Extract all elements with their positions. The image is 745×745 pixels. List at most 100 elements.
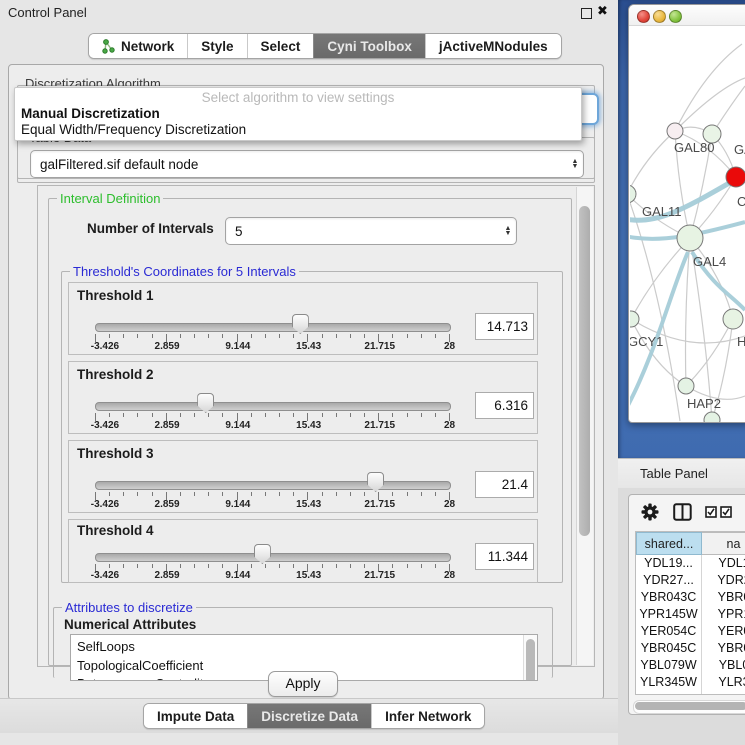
close-icon[interactable]: ✖ (597, 3, 608, 19)
table-cell: YLR3 (702, 674, 745, 691)
algorithm-dropdown-popup: Select algorithm to view settings Manual… (14, 87, 582, 141)
split-panel-icon[interactable] (673, 503, 692, 521)
network-node-c[interactable] (726, 167, 745, 187)
tab-cyni-toolbox[interactable]: Cyni Toolbox (313, 34, 425, 58)
table-horizontal-scrollbar[interactable] (633, 700, 745, 714)
dropdown-option-2[interactable]: Equal Width/Frequency Discretization (21, 122, 246, 137)
application-window: Control Panel ✖ Network Style Select Cyni T… (0, 0, 745, 745)
mac-minimize-button[interactable] (653, 10, 666, 23)
algorithm-dropdown-placeholder: Select algorithm to view settings (15, 90, 581, 105)
threshold-value-field[interactable]: 14.713 (475, 313, 534, 340)
network-edge (675, 78, 745, 131)
mac-zoom-button[interactable] (669, 10, 682, 23)
table-panel-body: shared...na YDL19...YDL1YDR27...YDR2YBR0… (618, 488, 745, 745)
mac-close-button[interactable] (637, 10, 650, 23)
node-table[interactable]: shared...na YDL19...YDL1YDR27...YDR2YBR0… (635, 531, 745, 695)
tab-label: Select (261, 39, 301, 54)
dropdown-option-1[interactable]: Manual Discretization (21, 106, 160, 121)
table-row[interactable]: YDR27...YDR2 (636, 572, 745, 589)
table-data-combobox[interactable]: galFiltered.sif default node ▲▼ (30, 150, 584, 178)
table-data-group: Table Data galFiltered.sif default node … (17, 137, 595, 183)
tab-label: Style (201, 39, 233, 54)
network-node-ga[interactable] (703, 125, 721, 143)
interval-definition-title: Interval Definition (57, 191, 163, 206)
attributes-group-title: Attributes to discretize (62, 600, 196, 615)
network-node-label: GCY1 (630, 334, 663, 349)
attributes-scrollbar-thumb[interactable] (526, 639, 535, 681)
attribute-list-item[interactable]: SelfLoops (71, 635, 537, 657)
cyni-toolbox-panel: Discretization Algorithm Select algorith… (8, 64, 604, 700)
thresholds-group-title: Threshold's Coordinates for 5 Intervals (70, 264, 299, 279)
tab-discretize-data[interactable]: Discretize Data (247, 704, 371, 728)
number-of-intervals-combobox[interactable]: 5 ▲▼ (225, 217, 517, 245)
column-header-2[interactable]: na (702, 532, 745, 555)
slider-scale-labels: -3.4262.8599.14415.4321.71528 (95, 341, 449, 353)
number-of-intervals-label: Number of Intervals (87, 221, 214, 236)
threshold-2-panel: Threshold 2-3.4262.8599.14415.4321.71528… (68, 361, 538, 434)
slider-scale-labels: -3.4262.8599.14415.4321.71528 (95, 420, 449, 432)
table-cell: YDR2 (702, 572, 745, 589)
tab-impute-data[interactable]: Impute Data (144, 704, 247, 728)
network-node-gal80[interactable] (667, 123, 683, 139)
table-row[interactable]: YER054CYER0 (636, 623, 745, 640)
table-header-row: shared...na (636, 532, 745, 555)
table-cell: YDL19... (636, 555, 702, 572)
table-hscrollbar-thumb[interactable] (635, 702, 745, 710)
slider-track[interactable] (95, 553, 451, 562)
checkbox-checked-icon[interactable] (705, 506, 733, 518)
slider-scale-labels: -3.4262.8599.14415.4321.71528 (95, 499, 449, 511)
control-panel-title: Control Panel (8, 5, 87, 20)
gear-icon[interactable] (641, 503, 659, 521)
table-cell: YER054C (636, 623, 702, 640)
control-panel-titlebar: Control Panel ✖ (0, 0, 618, 26)
threshold-3-panel: Threshold 3-3.4262.8599.14415.4321.71528… (68, 440, 538, 513)
table-cell: YBR043C (636, 589, 702, 606)
table-row[interactable]: YLR345WYLR3 (636, 674, 745, 691)
table-row[interactable]: YIL052CYIL0 (636, 691, 745, 695)
tab-network[interactable]: Network (89, 34, 187, 58)
tab-jactivemnodules[interactable]: jActiveMNodules (425, 34, 561, 58)
tab-label: jActiveMNodules (439, 39, 548, 54)
network-node-label: C (737, 194, 745, 209)
attributes-scrollbar[interactable] (523, 635, 537, 680)
network-edge (630, 131, 675, 194)
network-node-gal11[interactable] (630, 185, 636, 203)
bottom-tab-strip: Impute DataDiscretize DataInfer Network (0, 698, 618, 733)
table-cell: YIL0 (702, 691, 745, 695)
bottom-tabbar: Impute DataDiscretize DataInfer Network (143, 703, 485, 729)
float-window-icon[interactable] (581, 8, 592, 19)
network-node-gcy1[interactable] (630, 311, 639, 327)
network-node-gal4[interactable] (677, 225, 703, 251)
slider-track[interactable] (95, 402, 451, 411)
network-canvas[interactable]: GAL80GACGAL11GAL4GCY1HHAP2 (630, 26, 745, 422)
threshold-value-field[interactable]: 6.316 (475, 392, 534, 419)
network-node-h[interactable] (723, 309, 743, 329)
tab-infer-network[interactable]: Infer Network (371, 704, 484, 728)
table-cell: YLR345W (636, 674, 702, 691)
network-node-hap2[interactable] (678, 378, 694, 394)
column-header-1[interactable]: shared... (636, 532, 702, 555)
settings-scrollpanel: Interval Definition Number of Intervals … (37, 185, 595, 667)
table-row[interactable]: YBR043CYBR0 (636, 589, 745, 606)
apply-button[interactable]: Apply (268, 671, 338, 697)
threshold-value-field[interactable]: 21.4 (475, 471, 534, 498)
tab-select[interactable]: Select (247, 34, 314, 58)
table-panel-title: Table Panel (640, 466, 708, 481)
number-of-intervals-value: 5 (226, 224, 500, 239)
table-row[interactable]: YDL19...YDL1 (636, 555, 745, 572)
network-node[interactable] (704, 412, 720, 422)
numerical-attributes-label: Numerical Attributes (64, 617, 196, 632)
table-row[interactable]: YPR145WYPR1 (636, 606, 745, 623)
table-cell: YBR0 (702, 589, 745, 606)
table-cell: YBL079W (636, 657, 702, 674)
slider-track[interactable] (95, 323, 451, 332)
panel-scrollbar-thumb[interactable] (579, 206, 590, 536)
slider-track[interactable] (95, 481, 451, 490)
table-cell: YBR0 (702, 640, 745, 657)
threshold-value-field[interactable]: 11.344 (475, 543, 534, 570)
table-cell: YDR27... (636, 572, 702, 589)
tab-style[interactable]: Style (187, 34, 246, 58)
table-row[interactable]: YBR045CYBR0 (636, 640, 745, 657)
table-row[interactable]: YBL079WYBL0 (636, 657, 745, 674)
panel-scrollbar[interactable] (576, 187, 593, 665)
